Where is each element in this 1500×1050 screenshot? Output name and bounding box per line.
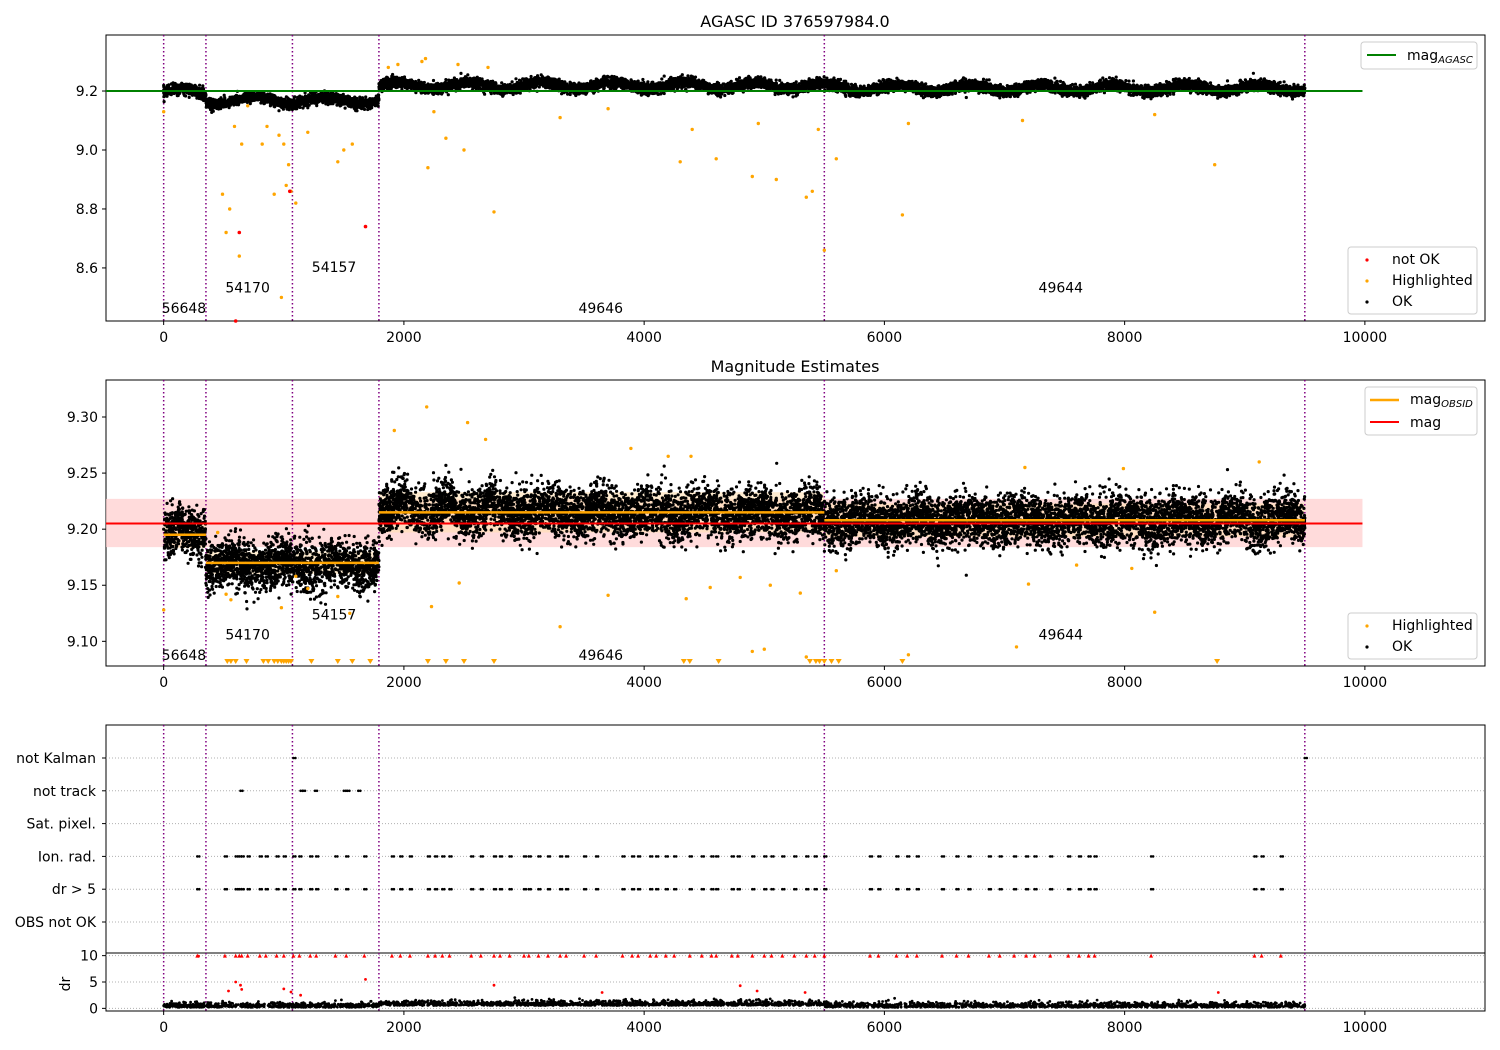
ok-point [195, 97, 198, 100]
ok-point [170, 82, 173, 85]
ok-point [185, 83, 188, 86]
ok-point [199, 97, 202, 100]
ok-point [190, 85, 193, 88]
ok-point [199, 93, 202, 96]
ok-point [162, 84, 165, 87]
ok-point [196, 93, 199, 96]
ok-point [174, 82, 177, 85]
top-chart-title: AGASC ID 376597984.0 [700, 12, 889, 31]
ok-point [182, 86, 185, 89]
ok-point [176, 94, 179, 97]
ok-point [184, 94, 187, 97]
ok-point [188, 96, 191, 99]
ok-point [163, 100, 166, 103]
ok-point [166, 84, 169, 87]
top-chart-frame [106, 35, 1485, 321]
ok-point [201, 84, 204, 87]
top-ok-points [162, 72, 1306, 114]
ok-point [165, 95, 168, 98]
ok-point [181, 83, 184, 86]
ok-point [168, 92, 171, 95]
ok-point [198, 84, 201, 87]
middle-chart-title: Magnitude Estimates [711, 357, 880, 376]
ok-point [363, 108, 366, 111]
ok-point [172, 85, 175, 88]
figure: AGASC ID 376597984.0 Magnitude Estimates… [0, 0, 1500, 1050]
ok-point [344, 107, 347, 110]
magnitude-history-chart: 56648541705415749646496440 2000 4000 6000 80… [76, 35, 1485, 346]
ok-point [178, 84, 181, 87]
